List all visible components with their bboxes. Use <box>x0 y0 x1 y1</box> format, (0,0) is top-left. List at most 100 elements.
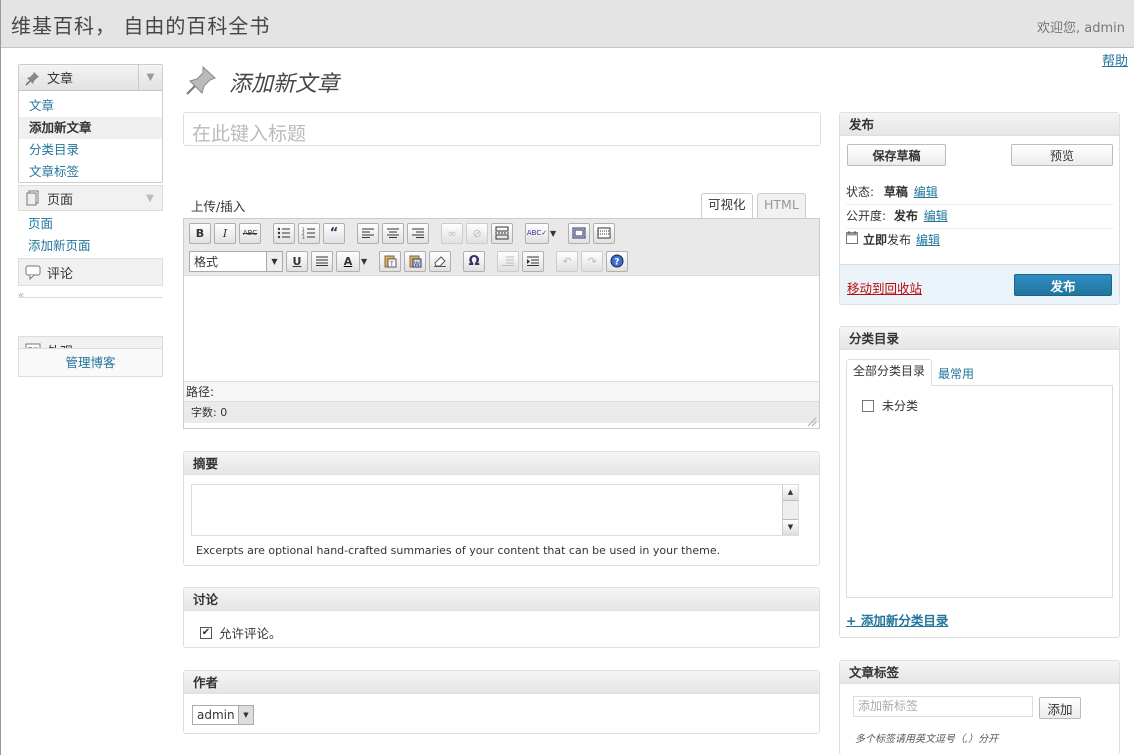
allow-comments-label: 允许评论。 <box>219 626 282 641</box>
help-link[interactable]: 帮助 <box>1102 50 1128 69</box>
add-tag-button[interactable]: 添加 <box>1039 697 1081 719</box>
special-char-icon[interactable]: Ω <box>463 250 486 272</box>
undo-icon[interactable]: ↶ <box>556 250 579 272</box>
kitchen-sink-icon[interactable] <box>593 222 616 244</box>
menu-separator <box>18 297 163 298</box>
tab-most-used[interactable]: 最常用 <box>938 365 974 382</box>
list-item[interactable]: 未分类 <box>862 397 918 414</box>
sidebar-item-categories[interactable]: 分类目录 <box>19 139 162 161</box>
tab-html[interactable]: HTML <box>757 193 806 218</box>
link-icon[interactable]: ∞ <box>441 222 463 244</box>
strikethrough-button[interactable]: ABC <box>239 222 261 244</box>
publish-button[interactable]: 发布 <box>1014 274 1112 296</box>
textarea-scrollbar[interactable]: ▲ ▼ <box>782 485 798 535</box>
discussion-box: 讨论 ✔ 允许评论。 <box>183 587 820 648</box>
paste-word-icon[interactable]: W <box>404 250 427 272</box>
sidebar-item-pages[interactable]: 页面 <box>18 213 163 235</box>
chevron-down-icon[interactable]: ▼ <box>361 257 367 266</box>
eraser-icon[interactable] <box>429 250 452 272</box>
categories-box: 分类目录 全部分类目录 最常用 未分类 + 添加新分类目录 <box>839 326 1120 638</box>
author-title[interactable]: 作者 <box>184 671 819 694</box>
posts-menu-header[interactable]: 文章 ▼ <box>19 65 162 91</box>
editor-toolbar-row-1: B I ABC 123 “ ∞ ⊘ ABC✓ ▼ <box>184 219 819 247</box>
svg-text:W: W <box>414 261 420 268</box>
numbered-list-button[interactable]: 123 <box>298 222 320 244</box>
blockquote-button[interactable]: “ <box>323 222 345 244</box>
align-center-button[interactable] <box>382 222 404 244</box>
tab-visual[interactable]: 可视化 <box>701 193 753 219</box>
spellcheck-icon[interactable]: ABC✓ <box>525 222 549 244</box>
scroll-up-icon[interactable]: ▲ <box>783 485 798 501</box>
upload-insert-label[interactable]: 上传/插入 <box>191 196 245 215</box>
text-color-button[interactable]: A <box>336 250 360 272</box>
posts-menu: 文章 ▼ 文章 添加新文章 分类目录 文章标签 <box>18 64 163 183</box>
pushpin-icon <box>25 70 41 86</box>
publish-box: 发布 保存草稿 预览 状态: 草稿 编辑 公开度: 发布 编辑 立即 发布 编辑… <box>839 112 1120 305</box>
bullet-list-button[interactable] <box>273 222 295 244</box>
indent-icon[interactable] <box>522 250 545 272</box>
sidebar-item-comments[interactable]: 评论 <box>18 258 163 286</box>
align-left-button[interactable] <box>357 222 379 244</box>
allow-comments-checkbox[interactable]: ✔ <box>200 626 212 639</box>
category-checkbox[interactable] <box>862 399 874 412</box>
author-box: 作者 admin ▼ <box>183 670 820 734</box>
help-icon[interactable]: ? <box>606 250 629 272</box>
publish-title[interactable]: 发布 <box>840 113 1119 136</box>
chevron-down-icon: ▼ <box>266 251 282 271</box>
collapse-menu-icon[interactable]: « <box>18 290 24 301</box>
editor-content-area[interactable] <box>184 275 819 381</box>
status-value: 草稿 <box>883 185 908 199</box>
redo-icon[interactable]: ↷ <box>581 250 604 272</box>
post-title-input[interactable]: 在此键入标题 <box>183 112 821 146</box>
pages-menu-header[interactable]: 页面 ▼ <box>18 185 163 211</box>
chevron-down-icon[interactable]: ▼ <box>550 229 556 238</box>
underline-button[interactable]: U <box>286 250 308 272</box>
align-right-button[interactable] <box>407 222 429 244</box>
add-new-category-link[interactable]: + 添加新分类目录 <box>846 610 948 629</box>
admin-header: 维基百科， 自由的百科全书 欢迎您, admin <box>1 0 1134 48</box>
svg-text:T: T <box>389 261 394 268</box>
manage-blog-link[interactable]: 管理博客 <box>18 348 163 377</box>
italic-button[interactable]: I <box>214 222 236 244</box>
author-select[interactable]: admin ▼ <box>192 705 254 725</box>
categories-title[interactable]: 分类目录 <box>840 327 1119 350</box>
outdent-icon[interactable] <box>497 250 520 272</box>
new-tag-input[interactable]: 添加新标签 <box>853 696 1033 717</box>
visibility-label: 公开度: <box>846 209 887 223</box>
unlink-icon[interactable]: ⊘ <box>466 222 488 244</box>
edit-status-link[interactable]: 编辑 <box>914 185 938 199</box>
svg-text:?: ? <box>614 258 619 268</box>
sidebar-item-posts[interactable]: 文章 <box>19 95 162 117</box>
status-label: 状态: <box>846 185 875 199</box>
sidebar-item-tags[interactable]: 文章标签 <box>19 161 162 183</box>
move-to-trash-link[interactable]: 移动到回收站 <box>847 278 922 297</box>
resize-handle-icon[interactable] <box>807 416 817 427</box>
edit-schedule-link[interactable]: 编辑 <box>916 231 940 248</box>
site-title[interactable]: 维基百科， 自由的百科全书 <box>11 10 270 39</box>
excerpt-title[interactable]: 摘要 <box>184 452 819 475</box>
more-tag-icon[interactable] <box>491 222 513 244</box>
menu-toggle-icon[interactable]: ▼ <box>138 65 162 90</box>
comment-icon <box>25 264 41 281</box>
scroll-down-icon[interactable]: ▼ <box>783 519 798 535</box>
sidebar-item-add-new-post[interactable]: 添加新文章 <box>19 117 162 139</box>
paste-text-icon[interactable]: T <box>379 250 402 272</box>
format-select[interactable]: 格式 ▼ <box>189 250 283 272</box>
tab-all-categories[interactable]: 全部分类目录 <box>846 359 933 386</box>
sidebar-item-add-new-page[interactable]: 添加新页面 <box>18 235 163 257</box>
edit-visibility-link[interactable]: 编辑 <box>924 209 948 223</box>
publish-actions: 移动到回收站 发布 <box>840 264 1119 304</box>
bold-button[interactable]: B <box>189 222 211 244</box>
calendar-icon <box>846 231 858 247</box>
fullscreen-icon[interactable] <box>568 222 591 244</box>
justify-button[interactable] <box>311 250 333 272</box>
author-select-value: admin <box>197 708 235 722</box>
save-draft-button[interactable]: 保存草稿 <box>847 144 946 166</box>
preview-button[interactable]: 预览 <box>1011 144 1113 166</box>
editor-toolbar-row-2: 格式 ▼ U A ▼ T W Ω ↶ ↷ ? <box>184 247 819 275</box>
tags-title[interactable]: 文章标签 <box>840 661 1119 684</box>
discussion-title[interactable]: 讨论 <box>184 588 819 611</box>
menu-toggle-icon[interactable]: ▼ <box>138 186 162 211</box>
schedule-now: 立即 <box>863 233 888 247</box>
excerpt-textarea[interactable]: ▲ ▼ <box>191 484 799 536</box>
